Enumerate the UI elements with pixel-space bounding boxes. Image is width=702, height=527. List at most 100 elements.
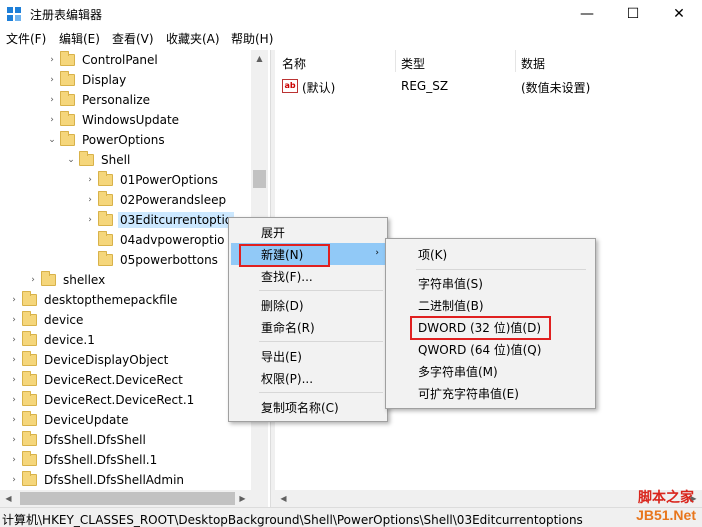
menu-help[interactable]: 帮助(H) <box>231 30 273 47</box>
window-title: 注册表编辑器 <box>30 8 103 22</box>
scroll-left-icon[interactable]: ◀ <box>275 490 292 507</box>
folder-icon <box>98 211 113 226</box>
menu-file[interactable]: 文件(F) <box>6 30 46 47</box>
tree-node-selected[interactable]: › 03Editcurrentoptio <box>84 210 235 230</box>
chevron-right-icon[interactable]: › <box>8 314 20 326</box>
folder-icon <box>60 51 75 66</box>
watermark-url: JB51.Net <box>636 507 696 523</box>
menu-item-export[interactable]: 导出(E) <box>231 345 302 367</box>
maximize-button[interactable]: ☐ <box>610 0 656 28</box>
column-separator[interactable] <box>515 50 516 72</box>
submenu-item-binary-value[interactable]: 二进制值(B) <box>388 294 484 316</box>
menu-item-find[interactable]: 查找(F)... <box>231 265 313 287</box>
tree-node[interactable]: › DfsShell.DfsShell.1 <box>8 450 159 470</box>
menu-item-delete[interactable]: 删除(D) <box>231 294 304 316</box>
column-name-header[interactable]: 名称 <box>282 55 306 72</box>
column-type-header[interactable]: 类型 <box>401 55 425 72</box>
menu-separator <box>416 269 586 270</box>
chevron-right-icon[interactable]: › <box>27 274 39 286</box>
scroll-left-icon[interactable]: ◀ <box>0 490 17 507</box>
chevron-right-icon[interactable]: › <box>8 294 20 306</box>
column-data-header[interactable]: 数据 <box>521 55 545 72</box>
tree-node[interactable]: › DeviceRect.DeviceRect <box>8 370 185 390</box>
menu-edit[interactable]: 编辑(E) <box>59 30 100 47</box>
chevron-right-icon[interactable]: › <box>46 94 58 106</box>
tree-node[interactable]: › DfsShell.DfsShell <box>8 430 148 450</box>
chevron-right-icon[interactable]: › <box>84 214 96 226</box>
tree-node[interactable]: › DfsShell.DfsShellAdmin <box>8 470 186 490</box>
submenu-item-qword-value[interactable]: QWORD (64 位)值(Q) <box>388 338 541 360</box>
submenu-item-string-value[interactable]: 字符串值(S) <box>388 272 483 294</box>
chevron-right-icon[interactable]: › <box>46 54 58 66</box>
tree-node[interactable]: › desktopthemepackfile <box>8 290 179 310</box>
menu-favorites[interactable]: 收藏夹(A) <box>166 30 220 47</box>
folder-icon <box>22 371 37 386</box>
minimize-button[interactable]: — <box>564 0 610 28</box>
chevron-right-icon[interactable]: › <box>8 374 20 386</box>
folder-icon <box>22 391 37 406</box>
menu-item-label: QWORD (64 位)值(Q) <box>418 342 542 357</box>
scroll-up-icon[interactable]: ▲ <box>251 50 268 67</box>
tree-node[interactable]: › DeviceDisplayObject <box>8 350 170 370</box>
tree-node[interactable]: › Display <box>46 70 128 90</box>
tree-node[interactable]: › 02Powerandsleep <box>84 190 228 210</box>
tree-node-poweroptions[interactable]: ⌄ PowerOptions <box>46 130 167 150</box>
chevron-right-icon[interactable]: › <box>8 474 20 486</box>
submenu-item-multi-string-value[interactable]: 多字符串值(M) <box>388 360 498 382</box>
folder-icon <box>60 91 75 106</box>
scroll-right-icon[interactable]: ▶ <box>234 490 251 507</box>
tree-node[interactable]: › DeviceUpdate <box>8 410 131 430</box>
tree-node[interactable]: 05powerbottons <box>84 250 220 270</box>
chevron-right-icon[interactable]: › <box>8 434 20 446</box>
column-separator[interactable] <box>395 50 396 72</box>
folder-icon <box>98 171 113 186</box>
chevron-right-icon[interactable]: › <box>46 74 58 86</box>
chevron-right-icon[interactable]: › <box>8 414 20 426</box>
value-row[interactable]: ab (默认) REG_SZ (数值未设置) <box>280 78 700 96</box>
tree-horizontal-scrollbar[interactable]: ◀ ▶ <box>0 490 268 507</box>
scroll-thumb[interactable] <box>20 492 235 505</box>
chevron-right-icon[interactable]: › <box>8 334 20 346</box>
chevron-right-icon[interactable]: › <box>46 114 58 126</box>
menu-item-copy-key-name[interactable]: 复制项名称(C) <box>231 396 339 418</box>
folder-icon <box>22 331 37 346</box>
tree-node[interactable]: › 01PowerOptions <box>84 170 220 190</box>
chevron-down-icon[interactable]: ⌄ <box>65 154 77 166</box>
chevron-down-icon[interactable]: ⌄ <box>46 134 58 146</box>
submenu-item-expandable-string-value[interactable]: 可扩充字符串值(E) <box>388 382 519 404</box>
submenu-item-key[interactable]: 项(K) <box>388 243 447 265</box>
status-bar: 计算机\HKEY_CLASSES_ROOT\DesktopBackground\… <box>0 507 702 527</box>
menu-item-label: 二进制值(B) <box>418 298 484 313</box>
tree-node[interactable]: › DeviceRect.DeviceRect.1 <box>8 390 196 410</box>
tree-node[interactable]: › WindowsUpdate <box>46 110 181 130</box>
chevron-right-icon: › <box>375 248 379 258</box>
menu-item-label: 查找(F)... <box>261 269 313 284</box>
chevron-right-icon[interactable]: › <box>8 454 20 466</box>
menu-view[interactable]: 查看(V) <box>112 30 154 47</box>
chevron-right-icon[interactable]: › <box>8 394 20 406</box>
registry-editor-icon <box>7 7 21 21</box>
tree-node[interactable]: 04advpoweroptio <box>84 230 227 250</box>
tree-node[interactable]: › shellex <box>27 270 107 290</box>
menu-item-label: 多字符串值(M) <box>418 364 498 379</box>
tree-node[interactable]: › Personalize <box>46 90 152 110</box>
folder-icon <box>22 311 37 326</box>
menu-item-rename[interactable]: 重命名(R) <box>231 316 315 338</box>
chevron-right-icon[interactable]: › <box>8 354 20 366</box>
chevron-right-icon[interactable]: › <box>84 194 96 206</box>
folder-icon <box>79 151 94 166</box>
tree-node[interactable]: › ControlPanel <box>46 50 160 70</box>
menu-item-expand[interactable]: 展开 <box>231 221 285 243</box>
value-type: REG_SZ <box>401 79 449 93</box>
tree-node[interactable]: › device.1 <box>8 330 97 350</box>
tree-node[interactable]: › device <box>8 310 85 330</box>
scroll-thumb[interactable] <box>253 170 266 188</box>
tree-node-shell[interactable]: ⌄ Shell <box>65 150 132 170</box>
chevron-right-icon[interactable]: › <box>84 174 96 186</box>
menu-item-permissions[interactable]: 权限(P)... <box>231 367 313 389</box>
watermark-text: 脚本之家 <box>638 490 694 506</box>
menu-separator <box>259 341 383 342</box>
close-button[interactable]: ✕ <box>656 0 702 28</box>
